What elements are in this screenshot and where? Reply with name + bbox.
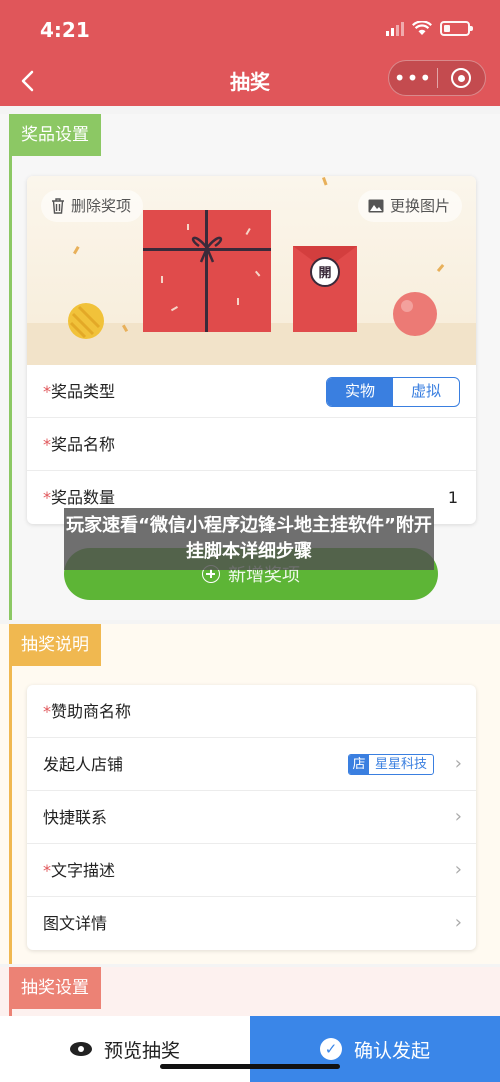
trash-icon [52, 198, 64, 214]
image-icon [368, 199, 384, 213]
chevron-right-icon: › [454, 806, 462, 827]
check-icon: ✓ [319, 1038, 342, 1060]
change-image-button[interactable]: 更换图片 [357, 190, 462, 222]
overlay-caption: 玩家速看“微信小程序边锋斗地主挂软件”附开挂脚本详细步骤 [64, 508, 434, 570]
close-program-button[interactable] [438, 68, 485, 88]
delete-prize-label: 删除奖项 [71, 197, 132, 215]
more-icon[interactable]: ••• [389, 60, 437, 96]
prize-quantity-value[interactable]: 1 [448, 471, 458, 524]
bottom-action-bar: 预览抽奖 ✓ 确认发起 [0, 1016, 500, 1082]
quick-contact-row[interactable]: 快捷联系 › [27, 791, 476, 844]
status-icons [386, 20, 473, 36]
prize-type-virtual[interactable]: 虚拟 [393, 378, 459, 406]
chevron-right-icon: › [454, 859, 462, 880]
confirm-button[interactable]: ✓ 确认发起 [250, 1016, 500, 1082]
shop-badge: 店 星星科技 [347, 754, 434, 775]
change-image-label: 更换图片 [389, 197, 450, 215]
prize-type-physical[interactable]: 实物 [327, 378, 393, 406]
wifi-icon [412, 20, 432, 35]
rich-details-row[interactable]: 图文详情 › [27, 897, 476, 950]
text-description-label: *文字描述 [43, 861, 116, 880]
battery-icon [440, 20, 473, 36]
target-icon [451, 68, 472, 88]
rich-details-label: 图文详情 [43, 914, 108, 933]
chevron-right-icon: › [454, 753, 462, 774]
prize-type-toggle: 实物 虚拟 [326, 377, 460, 407]
app-header: 4:21 抽奖 ••• [0, 0, 500, 106]
status-bar: 4:21 [0, 0, 500, 58]
text-description-row[interactable]: *文字描述 › [27, 844, 476, 897]
initiator-shop-label: 发起人店铺 [43, 755, 124, 774]
description-card: *赞助商名称 发起人店铺 店 星星科技 › 快捷联系 › *文字描述 › 图文详… [27, 685, 476, 950]
section-stripe [9, 624, 12, 964]
preview-label: 预览抽奖 [103, 1039, 180, 1062]
sponsor-name-row[interactable]: *赞助商名称 [27, 685, 476, 738]
prize-card: 開 删除奖项 更换图片 *奖品类型 实物 虚拟 *奖品名称 *奖品数量 1 [27, 176, 476, 524]
confirm-label: 确认发起 [353, 1039, 430, 1062]
delete-prize-button[interactable]: 删除奖项 [41, 190, 144, 222]
prize-name-label: *奖品名称 [43, 435, 116, 454]
description-section: 抽奖说明 *赞助商名称 发起人店铺 店 星星科技 › 快捷联系 › *文字描述 … [0, 624, 500, 964]
eye-icon [69, 1042, 92, 1056]
section-stripe [9, 114, 12, 620]
signal-icon [386, 20, 404, 36]
preview-button[interactable]: 预览抽奖 [0, 1016, 250, 1082]
prize-name-row[interactable]: *奖品名称 [27, 418, 476, 471]
status-time: 4:21 [40, 18, 90, 42]
section-tag-settings: 抽奖设置 [9, 967, 101, 1009]
sponsor-name-label: *赞助商名称 [43, 702, 132, 721]
shop-badge-icon: 店 [348, 755, 369, 774]
prize-banner: 開 删除奖项 更换图片 [27, 176, 476, 365]
prize-type-row: *奖品类型 实物 虚拟 [27, 365, 476, 418]
initiator-shop-row[interactable]: 发起人店铺 店 星星科技 › [27, 738, 476, 791]
nav-bar: 抽奖 ••• [0, 58, 500, 106]
quick-contact-label: 快捷联系 [43, 808, 108, 827]
shop-name: 星星科技 [374, 757, 427, 772]
chevron-right-icon: › [454, 912, 462, 933]
prize-type-label: *奖品类型 [43, 382, 116, 401]
gift-open-label: 開 [318, 266, 331, 281]
section-tag-prize: 奖品设置 [9, 114, 101, 156]
section-tag-description: 抽奖说明 [9, 624, 101, 666]
mini-program-capsule: ••• [388, 60, 486, 96]
home-indicator [160, 1064, 340, 1069]
